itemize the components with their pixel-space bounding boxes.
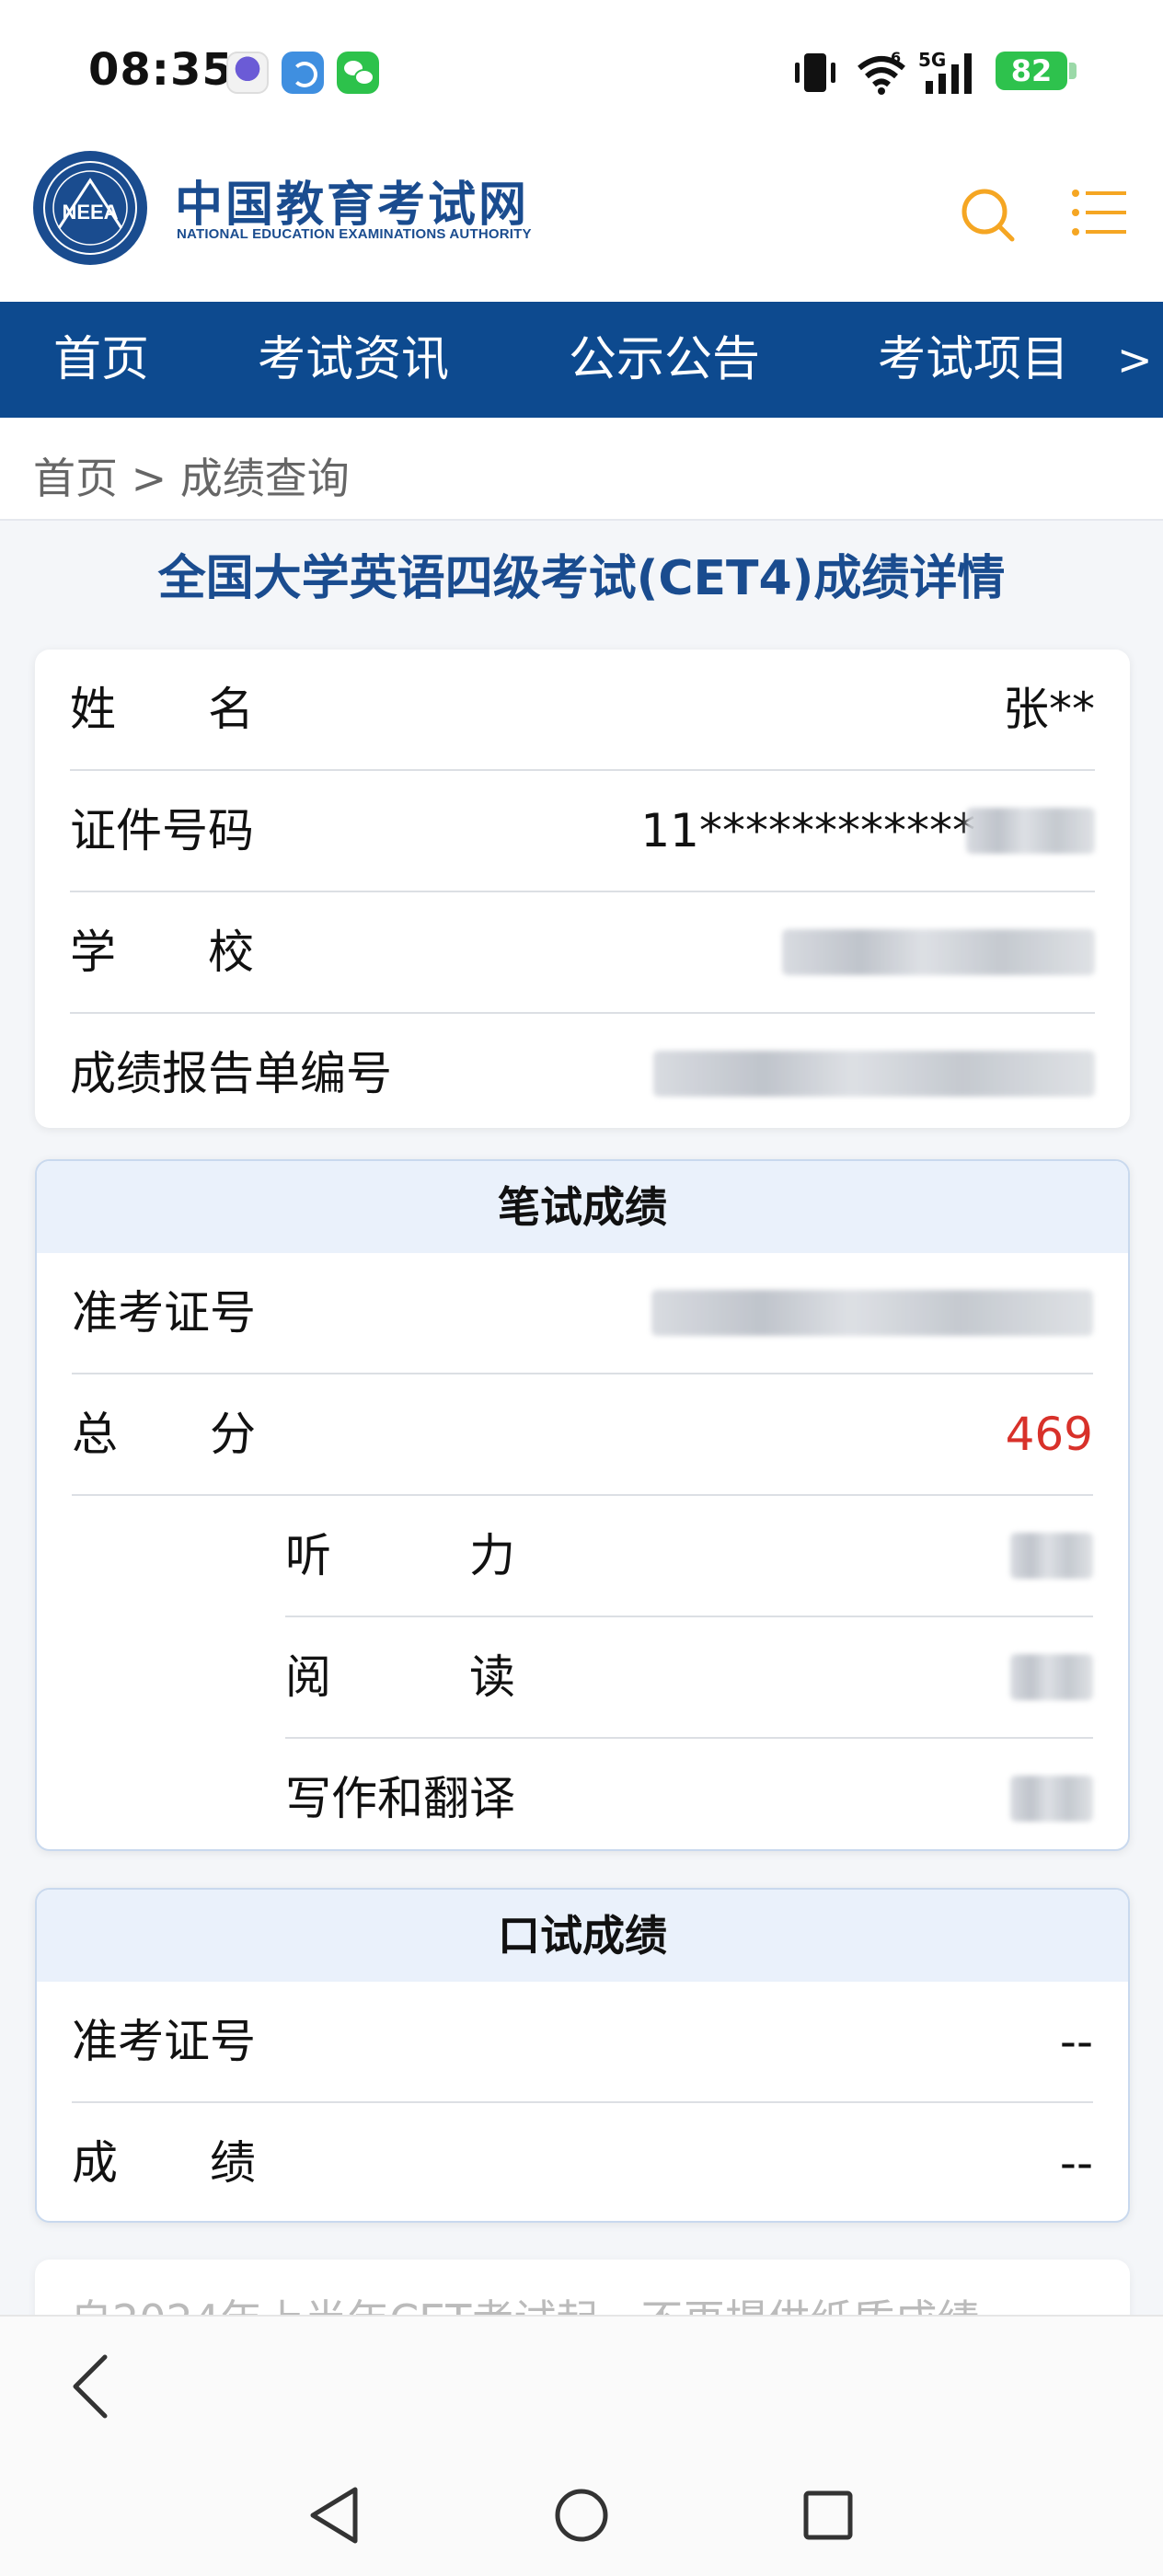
main-nav: 首页 考试资讯 公示公告 考试项目 > [0,302,1163,418]
written-row-writing: 写作和翻译 [285,1739,1093,1849]
battery-tip [1069,63,1077,79]
written-score-title: 笔试成绩 [37,1161,1128,1253]
row-label: 准考证号 [72,2015,256,2068]
info-row-report-number: 成绩报告单编号 [70,1014,1095,1128]
info-row-school: 学 校 [70,892,1095,1014]
site-header: NEEA 中国教育考试网 NATIONAL EDUCATION EXAMINAT… [0,138,1163,302]
oral-row-ticket: 准考证号 -- [72,1982,1093,2103]
candidate-name: 张** [1003,683,1095,736]
written-row-reading: 阅 读 [285,1617,1093,1739]
oral-ticket-value: -- [1059,2015,1093,2068]
redacted-value [651,1290,1093,1336]
written-row-ticket: 准考证号 [72,1253,1093,1374]
nav-item-home[interactable]: 首页 [53,302,149,418]
back-chevron-icon[interactable] [68,2352,114,2421]
row-label: 准考证号 [72,1286,256,1340]
written-row-total: 总 分 469 [72,1374,1093,1496]
oral-score-card: 口试成绩 准考证号 -- 成 绩 -- [35,1888,1130,2223]
redacted-value [966,808,1095,854]
written-score-card: 笔试成绩 准考证号 总 分 469 听 力 阅 读 写作和翻译 [35,1159,1130,1851]
menu-icon[interactable] [1071,186,1128,239]
row-label: 学 校 [70,926,254,979]
main-content: 全国大学英语四级考试(CET4)成绩详情 姓 名 张** 证件号码 11****… [0,521,1163,2370]
nav-item-exam-news[interactable]: 考试资讯 [258,302,449,418]
site-subtitle: NATIONAL EDUCATION EXAMINATIONS AUTHORIT… [177,226,532,242]
row-label: 总 分 [72,1408,256,1461]
id-number: 11************ [640,804,975,857]
sync-app-icon [282,52,324,94]
oral-score-value: -- [1059,2136,1093,2190]
info-row-id-number: 证件号码 11************ [70,771,1095,892]
nav-item-announcements[interactable]: 公示公告 [569,302,760,418]
redacted-value [782,929,1095,975]
oral-row-score: 成 绩 -- [72,2103,1093,2221]
breadcrumb-separator: > [131,454,167,503]
redacted-value [1010,1654,1093,1700]
logo-seal-text: NEEA [62,201,118,224]
info-row-name: 姓 名 张** [70,650,1095,771]
total-score: 469 [1005,1408,1093,1461]
nav-recents-icon[interactable] [793,2480,863,2550]
nav-more-icon[interactable]: > [1117,302,1153,418]
row-label: 写作和翻译 [285,1772,515,1825]
wifi-icon: 6 [858,49,905,95]
app-icon [226,52,269,94]
breadcrumb: 首页 > 成绩查询 [33,445,350,506]
row-label: 听 力 [285,1529,515,1582]
site-title[interactable]: 中国教育考试网 [175,166,529,235]
redacted-value [1010,1533,1093,1579]
row-label: 成 绩 [72,2136,256,2190]
personal-info-card: 姓 名 张** 证件号码 11************ 学 校 成绩报告单编号 [35,650,1130,1128]
wechat-icon [337,52,379,94]
neea-logo-icon[interactable]: NEEA [31,149,149,267]
written-row-listening: 听 力 [285,1496,1093,1617]
nav-home-icon[interactable] [547,2480,616,2550]
page-title: 全国大学英语四级考试(CET4)成绩详情 [157,551,1006,606]
redacted-value [653,1051,1095,1097]
row-label: 证件号码 [70,804,254,857]
search-icon[interactable] [957,184,1018,245]
nav-back-icon[interactable] [300,2480,370,2550]
redacted-value [1010,1776,1093,1822]
breadcrumb-current: 成绩查询 [179,454,350,503]
svg-text:5G: 5G [918,49,946,71]
breadcrumb-home[interactable]: 首页 [33,454,118,503]
signal-icon: 5G [918,49,972,94]
browser-toolbar [0,2315,1163,2453]
vibrate-icon [795,53,835,92]
oral-score-title: 口试成绩 [37,1890,1128,1982]
row-label: 姓 名 [70,683,254,736]
status-bar: 08:35 6 5G 82 [0,0,1163,138]
battery-icon: 82 [996,52,1067,90]
nav-item-exam-programs[interactable]: 考试项目 [878,302,1069,418]
breadcrumb-bar: 首页 > 成绩查询 [0,418,1163,521]
row-label: 成绩报告单编号 [70,1047,392,1100]
row-label: 阅 读 [285,1650,515,1704]
status-time: 08:35 [88,44,234,96]
system-nav-bar [0,2453,1163,2576]
